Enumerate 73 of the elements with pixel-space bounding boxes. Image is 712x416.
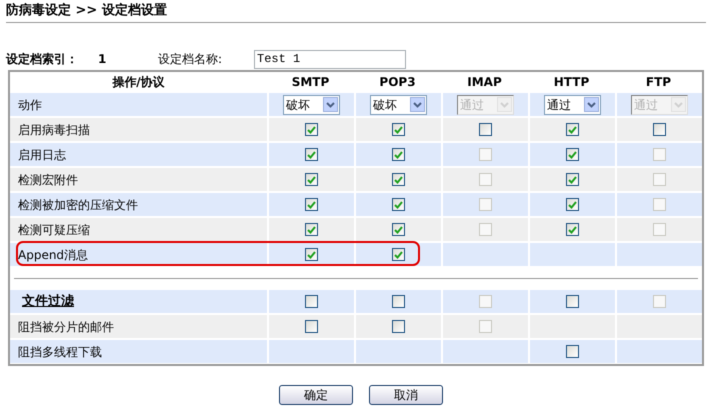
checkmark-icon xyxy=(394,250,403,258)
checkbox[interactable] xyxy=(392,320,405,333)
checkmark-icon xyxy=(394,200,403,208)
checkbox[interactable] xyxy=(392,248,405,261)
action-button[interactable]: 取消 xyxy=(369,385,443,405)
checkbox[interactable] xyxy=(305,248,318,261)
row-label: Append消息 xyxy=(10,243,267,266)
checkmark-icon xyxy=(394,226,403,234)
page-title: 防病毒设定 >> 设定档设置 xyxy=(6,2,168,20)
caret-icon xyxy=(323,97,338,112)
checkmark-icon xyxy=(394,150,403,158)
checkbox[interactable] xyxy=(392,173,405,186)
column-header: SMTP xyxy=(290,74,330,91)
checkbox[interactable] xyxy=(566,223,579,236)
checkmark-icon xyxy=(307,150,316,158)
checkbox[interactable] xyxy=(392,198,405,211)
row-label: 文件过滤 xyxy=(10,290,267,313)
checkbox[interactable] xyxy=(566,173,579,186)
checkbox[interactable] xyxy=(653,123,666,136)
checkmark-icon xyxy=(568,226,577,234)
row-label: 启用日志 xyxy=(10,143,267,166)
profile-index-label: 设定档索引： xyxy=(6,51,79,68)
column-header: IMAP xyxy=(466,74,503,91)
column-header: HTTP xyxy=(552,74,590,91)
checkmark-icon xyxy=(568,126,577,134)
checkmark-icon xyxy=(307,226,316,234)
row-label: 检测被加密的压缩文件 xyxy=(10,193,267,216)
row-label: 阻挡多线程下载 xyxy=(10,340,267,363)
dropdown[interactable]: 通过 xyxy=(544,94,601,114)
row-label: 动作 xyxy=(10,93,267,116)
row-label: 检测宏附件 xyxy=(10,168,267,191)
checkbox[interactable] xyxy=(392,148,405,161)
checkbox[interactable] xyxy=(566,345,579,358)
caret-icon xyxy=(410,97,425,112)
checkbox[interactable] xyxy=(305,148,318,161)
action-button[interactable]: 确定 xyxy=(279,385,353,405)
row-label: 启用病毒扫描 xyxy=(10,118,267,141)
caret-icon xyxy=(584,97,599,112)
checkmark-icon xyxy=(307,176,316,184)
checkbox[interactable] xyxy=(566,295,579,308)
checkmark-icon xyxy=(568,176,577,184)
checkmark-icon xyxy=(394,176,403,184)
profile-name-label: 设定档名称: xyxy=(158,51,224,68)
checkbox[interactable] xyxy=(305,198,318,211)
checkbox[interactable] xyxy=(479,123,492,136)
checkbox[interactable] xyxy=(566,198,579,211)
checkbox[interactable] xyxy=(305,295,318,308)
checkbox[interactable] xyxy=(305,173,318,186)
caret-icon xyxy=(671,97,686,112)
checkmark-icon xyxy=(568,200,577,208)
checkmark-icon xyxy=(307,250,316,258)
column-header: POP3 xyxy=(378,74,417,91)
row-label: 阻挡被分片的邮件 xyxy=(10,315,267,338)
checkmark-icon xyxy=(307,126,316,134)
checkbox[interactable] xyxy=(566,148,579,161)
profile-index-value: 1 xyxy=(98,51,108,68)
checkbox[interactable] xyxy=(392,223,405,236)
column-header: FTP xyxy=(644,74,672,91)
checkmark-icon xyxy=(394,126,403,134)
profile-name-field[interactable]: Test 1 xyxy=(254,50,406,68)
checkbox[interactable] xyxy=(305,223,318,236)
checkbox[interactable] xyxy=(566,123,579,136)
dropdown[interactable]: 破坏 xyxy=(370,94,427,114)
checkbox[interactable] xyxy=(392,123,405,136)
checkmark-icon xyxy=(307,200,316,208)
checkbox[interactable] xyxy=(305,123,318,136)
dropdown[interactable]: 破坏 xyxy=(283,94,340,114)
checkmark-icon xyxy=(568,150,577,158)
column-header: 操作/协议 xyxy=(111,74,166,91)
row-label: 检测可疑压缩 xyxy=(10,218,267,241)
checkbox[interactable] xyxy=(305,320,318,333)
checkbox[interactable] xyxy=(392,295,405,308)
caret-icon xyxy=(497,97,512,112)
